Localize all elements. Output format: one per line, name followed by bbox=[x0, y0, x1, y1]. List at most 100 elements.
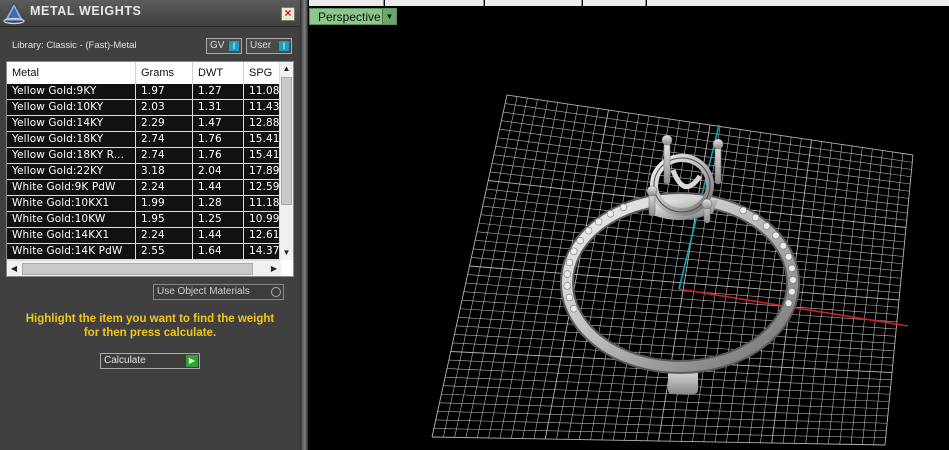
grid-line bbox=[443, 385, 890, 402]
table-row[interactable]: Yellow Gold:22KY 3.18 2.04 17.89 bbox=[7, 164, 281, 180]
metal-cell: Yellow Gold:18KY R... bbox=[7, 148, 136, 163]
metal-cell: Yellow Gold:22KY bbox=[7, 164, 136, 179]
spg-cell: 11.08 bbox=[249, 85, 280, 97]
pave-stone bbox=[762, 222, 771, 230]
metal-table: Metal Grams DWT SPG Yellow Gold:9KY 1.97 1… bbox=[6, 61, 294, 277]
panel-titlebar[interactable]: METAL WEIGHTS × bbox=[0, 0, 300, 27]
metal-cell: White Gold:14K PdW bbox=[7, 244, 136, 259]
toolstrip-segment[interactable] bbox=[485, 0, 582, 6]
toggle-indicator-icon: I bbox=[229, 41, 239, 51]
table-row[interactable]: Yellow Gold:18KY R... 2.74 1.76 15.41 bbox=[7, 148, 281, 164]
pave-stone bbox=[563, 282, 571, 290]
user-toggle[interactable]: User I bbox=[246, 38, 292, 54]
spg-cell: 12.88 bbox=[249, 117, 280, 129]
pave-stone bbox=[570, 305, 578, 313]
viewport-scene[interactable] bbox=[308, 0, 949, 450]
gv-toggle[interactable]: GV I bbox=[206, 38, 242, 54]
table-row[interactable]: White Gold:10KW 1.95 1.25 10.99 bbox=[7, 212, 281, 228]
app-logo-icon bbox=[3, 1, 25, 25]
table-row[interactable]: Yellow Gold:9KY 1.97 1.27 11.08 bbox=[7, 84, 281, 100]
perspective-dropdown[interactable]: Perspective ▼ bbox=[309, 8, 397, 25]
dwt-cell: 1.76 bbox=[193, 132, 244, 147]
metal-cell: Yellow Gold:14KY bbox=[7, 116, 136, 131]
scroll-right-icon[interactable]: ▶ bbox=[267, 261, 281, 276]
dwt-cell: 1.28 bbox=[193, 196, 244, 211]
instruction-line-1: Highlight the item you want to find the … bbox=[25, 313, 275, 325]
grams-cell: 2.03 bbox=[136, 100, 193, 115]
scroll-down-icon[interactable]: ▼ bbox=[280, 246, 293, 260]
toolstrip-segment[interactable] bbox=[309, 0, 384, 6]
dwt-cell: 1.44 bbox=[193, 180, 244, 195]
panel-splitter[interactable] bbox=[300, 0, 308, 450]
column-header-grams[interactable]: Grams bbox=[136, 62, 193, 84]
vertical-scrollbar[interactable]: ▲ ▼ bbox=[279, 62, 293, 260]
grid-line bbox=[828, 147, 863, 445]
spg-cell: 15.41 bbox=[249, 133, 280, 145]
3d-viewport[interactable]: Perspective ▼ bbox=[308, 0, 949, 450]
dwt-cell: 1.25 bbox=[193, 212, 244, 227]
calculate-label: Calculate bbox=[104, 355, 146, 366]
dwt-cell: 1.31 bbox=[193, 100, 244, 115]
metal-cell: Yellow Gold:9KY bbox=[7, 84, 136, 99]
grams-cell: 3.18 bbox=[136, 164, 193, 179]
close-button[interactable]: × bbox=[281, 7, 295, 21]
pave-stone bbox=[772, 231, 780, 240]
dwt-cell: 1.27 bbox=[193, 84, 244, 99]
instruction-line-2: for then press calculate. bbox=[83, 327, 217, 339]
spg-cell: 14.37 bbox=[249, 245, 280, 257]
table-row[interactable]: White Gold:14KX1 2.24 1.44 12.61 bbox=[7, 228, 281, 244]
table-row[interactable]: White Gold:14K PdW 2.55 1.64 14.37 bbox=[7, 244, 281, 260]
toolstrip-segment[interactable] bbox=[385, 0, 484, 6]
chevron-down-icon: ▼ bbox=[382, 9, 396, 24]
ring-model[interactable] bbox=[560, 134, 800, 394]
table-row[interactable]: White Gold:10KX1 1.99 1.28 11.18 bbox=[7, 196, 281, 212]
metal-cell: White Gold:10KX1 bbox=[7, 196, 136, 211]
pave-stone bbox=[619, 203, 628, 211]
horizontal-scrollbar[interactable]: ◀ ▶ bbox=[7, 260, 281, 276]
pave-stone bbox=[788, 264, 796, 273]
pave-stone bbox=[565, 258, 574, 267]
scroll-up-icon[interactable]: ▲ bbox=[280, 62, 293, 76]
column-header-dwt[interactable]: DWT bbox=[193, 62, 244, 84]
use-object-materials-label: Use Object Materials bbox=[157, 286, 250, 297]
grid-line bbox=[433, 428, 886, 439]
gv-toggle-label: GV bbox=[210, 40, 225, 51]
dwt-cell: 1.47 bbox=[193, 116, 244, 131]
panel-title: METAL WEIGHTS bbox=[30, 4, 142, 18]
pave-stone bbox=[784, 253, 793, 261]
table-header: Metal Grams DWT SPG bbox=[7, 62, 281, 84]
spg-cell: 12.59 bbox=[249, 181, 280, 193]
table-row[interactable]: White Gold:9K PdW 2.24 1.44 12.59 bbox=[7, 180, 281, 196]
use-object-materials-toggle[interactable]: Use Object Materials bbox=[153, 284, 284, 300]
grid-line bbox=[441, 393, 889, 410]
pave-stone bbox=[576, 236, 584, 245]
library-label: Library: Classic - (Fast)-Metal bbox=[12, 40, 137, 51]
grid-line bbox=[439, 402, 888, 417]
calculate-button[interactable]: Calculate ▶ bbox=[100, 353, 200, 369]
grams-cell: 1.97 bbox=[136, 84, 193, 99]
vertical-scroll-thumb[interactable] bbox=[281, 77, 292, 205]
table-row[interactable]: Yellow Gold:18KY 2.74 1.76 15.41 bbox=[7, 132, 281, 148]
column-header-spg[interactable]: SPG bbox=[244, 62, 281, 84]
spg-cell: 11.43 bbox=[249, 101, 280, 113]
dwt-cell: 1.76 bbox=[193, 148, 244, 163]
table-row[interactable]: Yellow Gold:10KY 2.03 1.31 11.43 bbox=[7, 100, 281, 116]
play-arrow-icon: ▶ bbox=[186, 355, 198, 367]
horizontal-scroll-thumb[interactable] bbox=[22, 263, 253, 275]
grams-cell: 1.95 bbox=[136, 212, 193, 227]
user-toggle-label: User bbox=[250, 40, 272, 51]
pave-stone bbox=[779, 242, 787, 250]
metal-cell: Yellow Gold:10KY bbox=[7, 100, 136, 115]
grid-line bbox=[431, 436, 886, 446]
grid-line bbox=[884, 154, 914, 446]
pave-stone bbox=[565, 293, 574, 302]
toolstrip-segment[interactable] bbox=[583, 0, 646, 6]
scroll-left-icon[interactable]: ◀ bbox=[7, 261, 21, 276]
column-header-metal[interactable]: Metal bbox=[7, 62, 136, 84]
toggle-indicator-icon: I bbox=[279, 41, 289, 51]
toolstrip-segment[interactable] bbox=[647, 0, 949, 6]
dwt-cell: 1.64 bbox=[193, 244, 244, 259]
table-row[interactable]: Yellow Gold:14KY 2.29 1.47 12.88 bbox=[7, 116, 281, 132]
pave-stone bbox=[788, 287, 796, 296]
grams-cell: 2.74 bbox=[136, 148, 193, 163]
